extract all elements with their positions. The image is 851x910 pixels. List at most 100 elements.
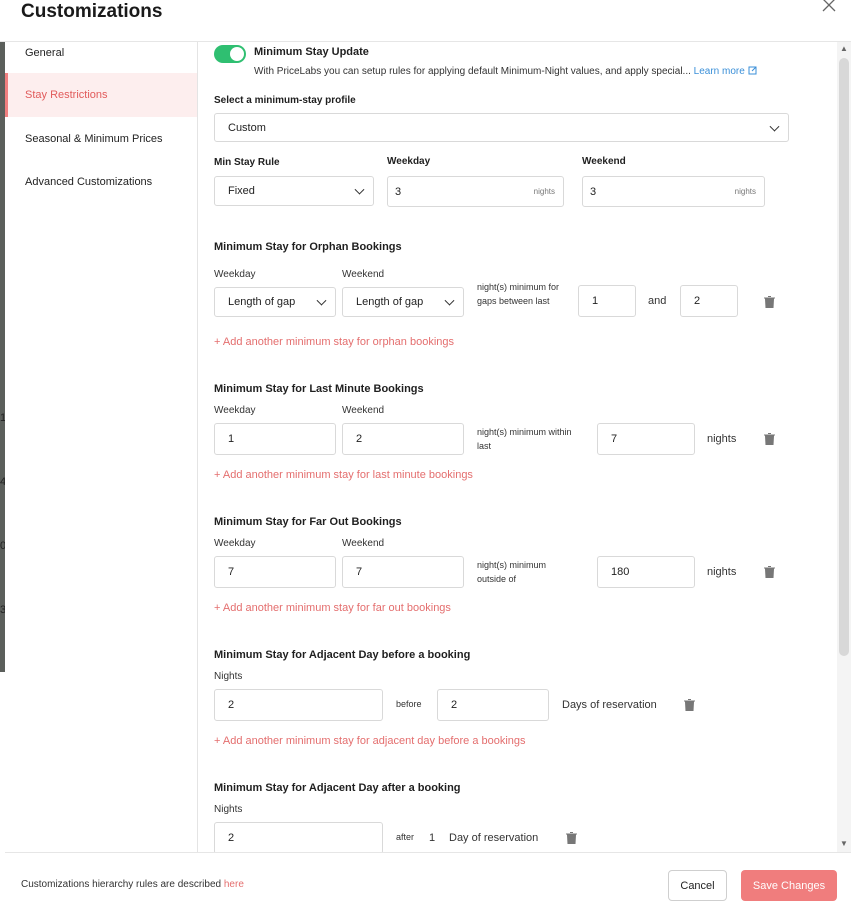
chevron-down-icon [444, 295, 455, 306]
adjacent-after-unit: Day of reservation [449, 832, 539, 844]
orphan-description: night(s) minimum for gaps between last [477, 282, 560, 306]
min-stay-update-toggle[interactable] [214, 45, 246, 63]
trash-icon[interactable] [764, 566, 775, 578]
weekday-label: Weekday [387, 156, 431, 167]
far-out-weekend-label: Weekend [342, 538, 385, 549]
last-minute-weekday-label: Weekday [214, 405, 256, 416]
chevron-down-icon [316, 295, 327, 306]
orphan-section-title: Minimum Stay for Orphan Bookings [214, 241, 402, 253]
adjacent-before-nights-label: Nights [214, 671, 243, 682]
orphan-weekend-label: Weekend [342, 269, 385, 280]
orphan-gap-to-input[interactable]: 2 [680, 285, 738, 317]
trash-icon[interactable] [764, 433, 775, 445]
adjacent-before-nights-value: 2 [228, 699, 235, 711]
orphan-weekday-label: Weekday [214, 269, 256, 280]
adjacent-before-unit: Days of reservation [562, 699, 657, 711]
sidebar-item-seasonal-minimum-prices[interactable]: Seasonal & Minimum Prices [5, 117, 197, 161]
sidebar-item-general[interactable]: General [5, 31, 197, 75]
far-out-days-value: 180 [611, 566, 630, 578]
external-link-icon [748, 66, 757, 75]
adjacent-before-days-value: 2 [451, 699, 458, 711]
orphan-weekend-select[interactable]: Length of gap [342, 287, 464, 317]
last-minute-weekend-value: 2 [356, 433, 363, 445]
last-minute-days-value: 7 [611, 433, 618, 445]
far-out-weekend-value: 7 [356, 566, 363, 578]
save-changes-button[interactable]: Save Changes [741, 870, 837, 901]
adjacent-before-nights-input[interactable]: 2 [214, 689, 383, 721]
footer-note: Customizations hierarchy rules are descr… [21, 879, 244, 890]
orphan-weekend-value: Length of gap [356, 296, 424, 308]
adjacent-before-days-input[interactable]: 2 [437, 689, 549, 721]
after-label: after [396, 832, 415, 842]
add-last-minute-link[interactable]: + Add another minimum stay for last minu… [214, 469, 473, 481]
profile-select-value: Custom [228, 121, 266, 134]
far-out-weekday-input[interactable]: 7 [214, 556, 336, 588]
weekend-nights-value: 3 [590, 185, 597, 198]
weekday-nights-value: 3 [395, 185, 402, 198]
trash-icon[interactable] [764, 296, 775, 308]
footer-note-text: Customizations hierarchy rules are descr… [21, 879, 222, 890]
weekend-nights-input[interactable]: 3 nights [582, 176, 765, 207]
far-out-weekday-value: 7 [228, 566, 235, 578]
min-stay-rule-value: Fixed [228, 185, 255, 197]
min-stay-update-description: With PriceLabs you can setup rules for a… [254, 66, 757, 77]
description-text: With PriceLabs you can setup rules for a… [254, 66, 691, 77]
trash-icon[interactable] [684, 699, 695, 711]
last-minute-unit: nights [707, 433, 737, 445]
min-stay-update-title: Minimum Stay Update [254, 46, 369, 58]
adjacent-after-section-title: Minimum Stay for Adjacent Day after a bo… [214, 782, 461, 794]
trash-icon[interactable] [566, 832, 577, 844]
adjacent-after-nights-value: 2 [228, 832, 235, 844]
orphan-weekday-select[interactable]: Length of gap [214, 287, 336, 317]
scroll-up-icon[interactable]: ▲ [840, 44, 848, 53]
add-orphan-link[interactable]: + Add another minimum stay for orphan bo… [214, 336, 454, 348]
footer-divider [5, 852, 851, 853]
last-minute-weekday-value: 1 [228, 433, 235, 445]
close-icon[interactable] [820, 0, 838, 14]
orphan-gap-from-value: 1 [592, 295, 599, 307]
weekday-nights-input[interactable]: 3 nights [387, 176, 564, 207]
far-out-section-title: Minimum Stay for Far Out Bookings [214, 516, 402, 528]
sidebar-item-stay-restrictions[interactable]: Stay Restrictions [5, 73, 197, 117]
stay-restrictions-panel: Minimum Stay Update With PriceLabs you c… [199, 42, 837, 852]
far-out-description: night(s) minimum outside of [477, 560, 547, 584]
weekend-nights-suffix: nights [734, 187, 756, 196]
chevron-down-icon [354, 184, 365, 195]
sidebar: General Stay Restrictions Seasonal & Min… [5, 42, 198, 852]
far-out-unit: nights [707, 566, 737, 578]
before-label: before [396, 699, 422, 709]
orphan-gap-to-value: 2 [694, 295, 701, 307]
profile-label: Select a minimum-stay profile [214, 95, 356, 106]
scroll-down-icon[interactable]: ▼ [840, 839, 848, 848]
adjacent-after-days-value[interactable]: 1 [429, 832, 435, 844]
last-minute-weekday-input[interactable]: 1 [214, 423, 336, 455]
far-out-weekend-input[interactable]: 7 [342, 556, 464, 588]
sidebar-item-advanced-customizations[interactable]: Advanced Customizations [5, 160, 197, 204]
adjacent-after-nights-input[interactable]: 2 [214, 822, 383, 852]
adjacent-after-nights-label: Nights [214, 804, 243, 815]
last-minute-description: night(s) minimum within last [477, 427, 572, 451]
min-stay-rule-select[interactable]: Fixed [214, 176, 374, 206]
weekday-nights-suffix: nights [533, 187, 555, 196]
far-out-days-input[interactable]: 180 [597, 556, 695, 588]
last-minute-days-input[interactable]: 7 [597, 423, 695, 455]
modal-title: Customizations [21, 1, 163, 22]
add-adjacent-before-link[interactable]: + Add another minimum stay for adjacent … [214, 735, 526, 747]
learn-more-link[interactable]: Learn more [694, 66, 745, 77]
orphan-gap-from-input[interactable]: 1 [578, 285, 636, 317]
min-stay-rule-label: Min Stay Rule [214, 157, 280, 168]
adjacent-before-section-title: Minimum Stay for Adjacent Day before a b… [214, 649, 471, 661]
far-out-weekday-label: Weekday [214, 538, 256, 549]
orphan-weekday-value: Length of gap [228, 296, 296, 308]
profile-select[interactable]: Custom [214, 113, 789, 142]
scrollbar-thumb[interactable] [839, 58, 849, 656]
weekend-label: Weekend [582, 156, 626, 167]
cancel-button[interactable]: Cancel [668, 870, 727, 901]
last-minute-weekend-label: Weekend [342, 405, 385, 416]
chevron-down-icon [769, 121, 780, 132]
hierarchy-rules-link[interactable]: here [224, 879, 244, 890]
add-far-out-link[interactable]: + Add another minimum stay for far out b… [214, 602, 451, 614]
and-label: and [648, 295, 667, 307]
last-minute-weekend-input[interactable]: 2 [342, 423, 464, 455]
last-minute-section-title: Minimum Stay for Last Minute Bookings [214, 383, 424, 395]
